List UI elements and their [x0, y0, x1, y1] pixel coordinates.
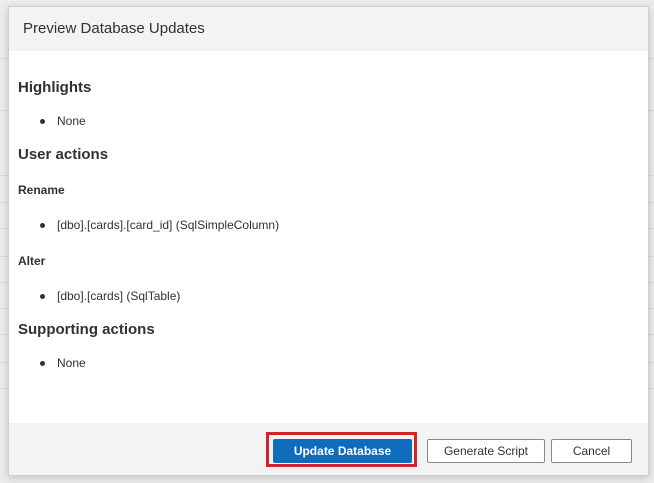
- alter-item: [dbo].[cards] (SqlTable): [57, 289, 181, 303]
- bullet-icon: [40, 222, 45, 228]
- highlights-heading: Highlights: [18, 79, 92, 96]
- dialog-title: Preview Database Updates: [23, 20, 205, 37]
- list-item: [dbo].[cards] (SqlTable): [40, 289, 180, 303]
- list-item: None: [40, 356, 86, 370]
- dialog-header: Preview Database Updates: [9, 7, 648, 51]
- update-database-button[interactable]: Update Database: [273, 439, 412, 463]
- user-actions-heading: User actions: [18, 146, 109, 163]
- rename-heading: Rename: [18, 183, 65, 197]
- preview-database-updates-dialog: Preview Database Updates Highlights None…: [8, 6, 649, 476]
- rename-item: [dbo].[cards].[card_id] (SqlSimpleColumn…: [57, 218, 280, 232]
- bullet-icon: [40, 360, 45, 366]
- dialog-footer: Update Database Generate Script Cancel: [9, 423, 648, 475]
- list-item: None: [40, 114, 86, 128]
- bullet-icon: [40, 118, 45, 124]
- cancel-button[interactable]: Cancel: [551, 439, 632, 463]
- highlights-item: None: [57, 114, 86, 128]
- bullet-icon: [40, 293, 45, 299]
- generate-script-button[interactable]: Generate Script: [427, 439, 545, 463]
- list-item: [dbo].[cards].[card_id] (SqlSimpleColumn…: [40, 218, 279, 232]
- supporting-actions-item: None: [57, 356, 86, 370]
- supporting-actions-heading: Supporting actions: [18, 321, 155, 338]
- alter-heading: Alter: [18, 254, 46, 268]
